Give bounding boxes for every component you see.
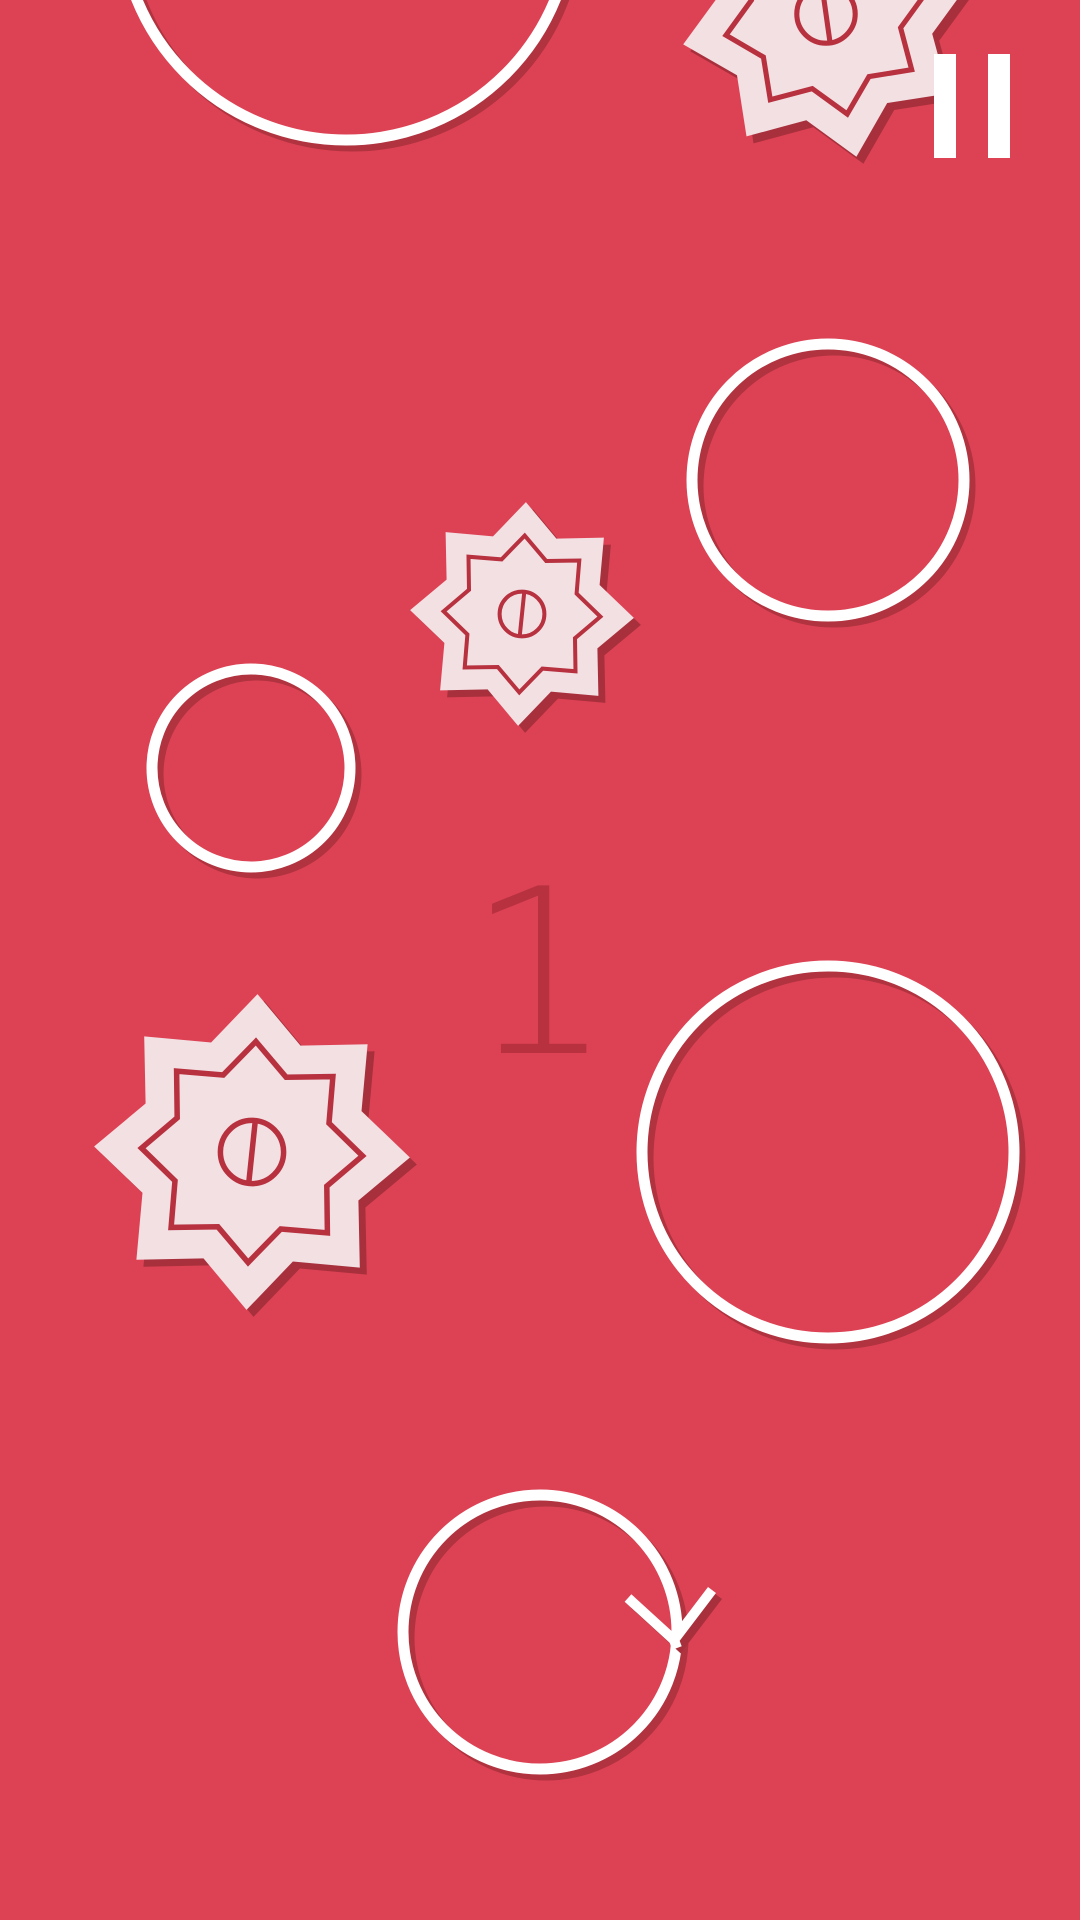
game-stage[interactable]: 1 <box>0 0 1080 1920</box>
pause-icon <box>988 54 1010 158</box>
pause-icon <box>934 54 956 158</box>
score-counter: 1 <box>466 841 614 1108</box>
pause-button[interactable] <box>922 46 1018 166</box>
